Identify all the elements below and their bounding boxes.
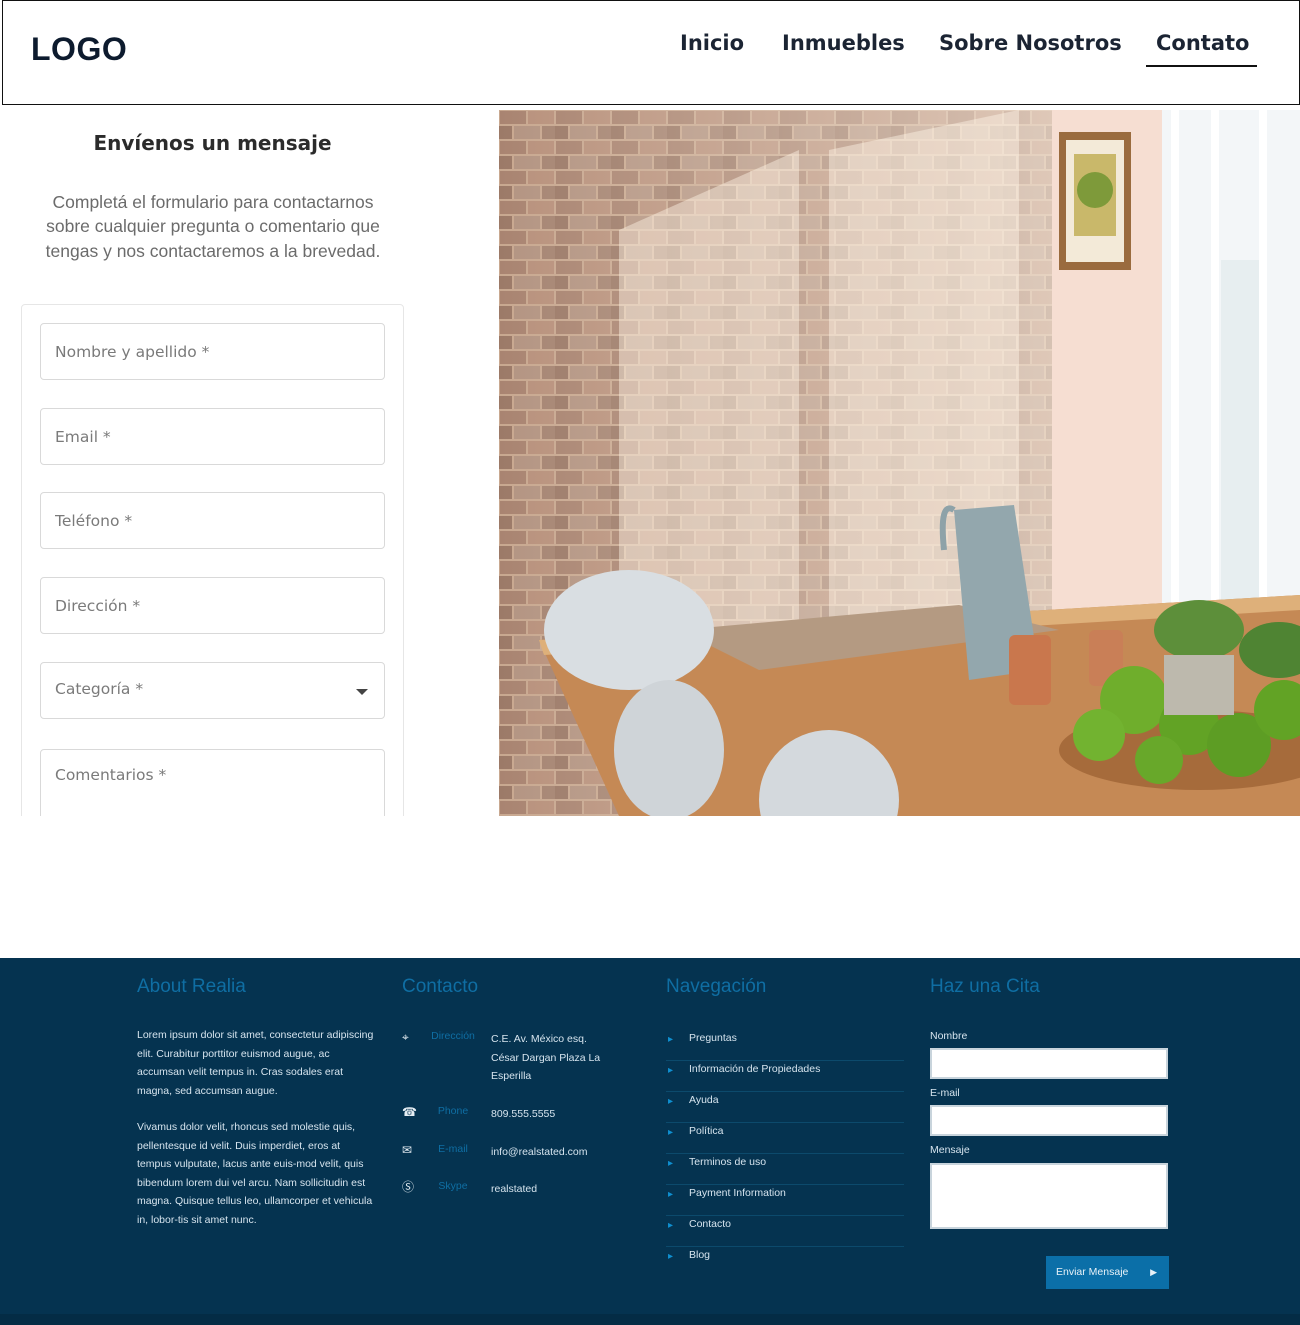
comments-textarea[interactable] [41,750,384,816]
footer-about: About Realia Lorem ipsum dolor sit amet,… [137,976,377,1229]
contact-form-section: Envíenos un mensaje Completá el formular… [0,106,430,816]
category-select[interactable]: Categoría * [40,662,385,719]
footer-nav-link[interactable]: ▸ Ayuda [666,1092,904,1123]
bullet-icon: ▸ [668,1127,674,1138]
contact-label: Phone [437,1105,469,1117]
site-header: LOGO Inicio Inmuebles Sobre Nosotros Con… [2,0,1300,105]
footer-about-paragraph-2: Vivamus dolor velit, rhoncus sed molesti… [137,1121,373,1226]
footer-nav-link[interactable]: ▸ Terminos de uso [666,1154,904,1185]
form-card: Categoría * [21,304,404,816]
appointment-email-label: E-mail [930,1087,960,1099]
bullet-icon: ▸ [668,1220,674,1231]
footer-about-heading: About Realia [137,976,246,997]
hero-image [499,110,1300,816]
contact-value: C.E. Av. México esq. César Dargan Plaza … [491,1033,601,1082]
contact-label: E-mail [438,1143,468,1155]
send-message-label: Enviar Mensaje [1056,1266,1129,1278]
send-message-button[interactable]: Enviar Mensaje ▶ [1046,1256,1169,1289]
footer-contact: Contacto ⌖ Dirección C.E. Av. México esq… [402,976,642,1276]
bullet-icon: ▸ [668,1158,674,1169]
footer-navigation: Navegación ▸ Preguntas ▸ Información de Pr… [666,976,906,1296]
footer-nav-link[interactable]: ▸ Payment Information [666,1185,904,1216]
email-field[interactable] [40,408,385,465]
contact-value: 809.555.5555 [491,1108,556,1120]
nav-item-sobre-nosotros[interactable]: Sobre Nosotros [939,31,1122,55]
footer-appointment-heading: Haz una Cita [930,976,1040,997]
footer-contact-heading: Contacto [402,976,479,997]
contact-label: Skype [438,1180,468,1192]
name-input[interactable] [41,324,384,379]
nav-item-contato[interactable]: Contato [1145,31,1258,67]
contact-label: Dirección [431,1030,475,1042]
bullet-icon: ▸ [668,1251,674,1262]
appointment-message-textarea[interactable] [932,1165,1166,1227]
footer-appointment: Haz una Cita Nombre E-mail Mensaje Envia… [930,976,1170,1306]
footer-nav-link[interactable]: ▸ Política [666,1123,904,1154]
chevron-down-icon [356,689,368,695]
name-field[interactable] [40,323,385,380]
bullet-icon: ▸ [668,1034,674,1045]
email-input[interactable] [41,409,384,464]
appointment-name-input[interactable] [932,1050,1166,1077]
logo[interactable]: LOGO [31,31,127,68]
phone-field[interactable] [40,492,385,549]
map-pin-icon: ⌖ [402,1030,409,1044]
address-field[interactable] [40,577,385,634]
nav-item-inicio[interactable]: Inicio [680,31,744,55]
footer-nav-link[interactable]: ▸ Contacto [666,1216,904,1247]
address-input[interactable] [41,578,384,633]
footer-nav-link[interactable]: ▸ Información de Propiedades [666,1061,904,1092]
skype-icon: Ⓢ [402,1180,415,1194]
arrow-right-icon: ▶ [1150,1267,1157,1277]
contact-row-phone: ☎ Phone 809.555.5555 [402,1105,642,1125]
bullet-icon: ▸ [668,1065,674,1076]
footer-nav-link[interactable]: ▸ Blog [666,1247,904,1278]
contact-row-email: ✉ E-mail info@realstated.com [402,1143,642,1163]
contact-value[interactable]: realstated [491,1180,606,1199]
footer-nav-link[interactable]: ▸ Preguntas [666,1030,904,1061]
appointment-name-label: Nombre [930,1030,968,1042]
phone-icon: ☎ [402,1105,417,1119]
contact-row-address: ⌖ Dirección C.E. Av. México esq. César D… [402,1030,642,1090]
appointment-email-input[interactable] [932,1107,1166,1134]
form-title: Envíenos un mensaje [93,131,332,155]
footer-navigation-heading: Navegación [666,976,767,997]
form-description: Completá el formulario para contactarnos… [45,192,381,261]
phone-input[interactable] [41,493,384,548]
appointment-message-label: Mensaje [930,1144,970,1156]
contact-value[interactable]: info@realstated.com [491,1143,606,1162]
footer-about-paragraph-1: Lorem ipsum dolor sit amet, consectetur … [137,1029,374,1097]
email-icon: ✉ [402,1143,413,1157]
contact-row-skype: Ⓢ Skype realstated [402,1180,642,1200]
appointment-email-field[interactable] [930,1105,1168,1136]
bullet-icon: ▸ [668,1189,674,1200]
comments-field[interactable] [40,749,385,816]
footer-bottom-bar [0,1314,1300,1325]
site-footer: About Realia Lorem ipsum dolor sit amet,… [0,958,1300,1325]
bullet-icon: ▸ [668,1096,674,1107]
appointment-message-field[interactable] [930,1163,1168,1229]
category-select-label: Categoría * [55,680,144,698]
nav-item-inmuebles[interactable]: Inmuebles [782,31,905,55]
dining-room-photo-icon [499,110,1300,816]
appointment-name-field[interactable] [930,1048,1168,1079]
